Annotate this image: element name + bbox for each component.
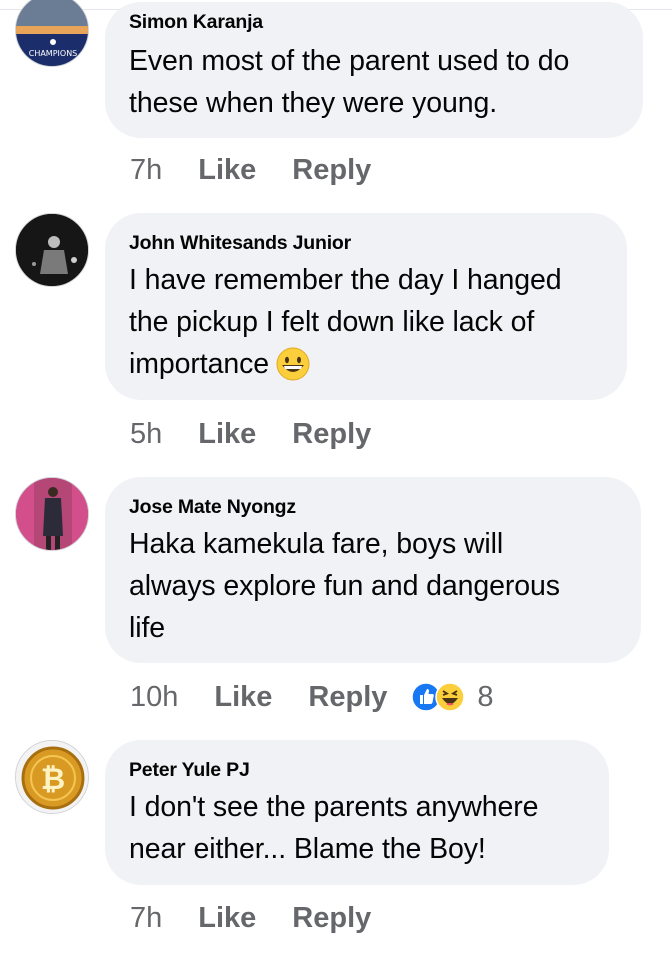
svg-text:CHAMPIONS: CHAMPIONS (29, 49, 78, 58)
comment-time[interactable]: 7h (130, 154, 162, 187)
comment-time[interactable]: 10h (130, 681, 178, 714)
reaction-count: 8 (477, 680, 494, 713)
avatar[interactable]: CHAMPIONS (15, 0, 89, 67)
svg-text:₿: ₿ (41, 762, 65, 797)
avatar[interactable] (15, 213, 89, 287)
grinning-face-icon (276, 347, 310, 381)
reaction-summary[interactable]: 8 (411, 680, 494, 714)
comment-actions: 5h Like Reply (130, 414, 371, 454)
avatar[interactable] (15, 477, 89, 551)
avatar-image (16, 478, 88, 550)
comment-actions: 10h Like Reply 8 (130, 677, 494, 717)
comment-actions: 7h Like Reply (130, 150, 371, 190)
haha-reaction-icon (435, 682, 466, 712)
avatar-image: ₿ (16, 741, 88, 813)
comment-author[interactable]: John Whitesands Junior (129, 231, 605, 255)
comment-author[interactable]: Simon Karanja (129, 10, 621, 34)
reply-button[interactable]: Reply (292, 902, 371, 935)
comment-text: Even most of the parent used to do these… (129, 45, 570, 119)
comment-bubble: Jose Mate Nyongz Haka kamekula fare, boy… (105, 477, 641, 663)
comment-bubble: Peter Yule PJ I don't see the parents an… (105, 740, 609, 885)
comment-time[interactable]: 5h (130, 418, 162, 451)
reply-button[interactable]: Reply (292, 154, 371, 187)
comment-text: I have remember the day I hanged the pic… (129, 264, 562, 380)
comment-text: I don't see the parents anywhere near ei… (129, 791, 539, 865)
avatar-image (16, 214, 88, 286)
like-button[interactable]: Like (198, 902, 256, 935)
comment-bubble: Simon Karanja Even most of the parent us… (105, 2, 643, 138)
like-button[interactable]: Like (198, 418, 256, 451)
comment-time[interactable]: 7h (130, 902, 162, 935)
comment-author[interactable]: Jose Mate Nyongz (129, 495, 619, 519)
reply-button[interactable]: Reply (308, 681, 387, 714)
comment-bubble: John Whitesands Junior I have remember t… (105, 213, 627, 400)
reply-button[interactable]: Reply (292, 418, 371, 451)
avatar[interactable]: ₿ (15, 740, 89, 814)
avatar-image: CHAMPIONS (16, 0, 88, 66)
like-button[interactable]: Like (214, 681, 272, 714)
comment-author[interactable]: Peter Yule PJ (129, 758, 587, 782)
comment-text-wrapper: I have remember the day I hanged the pic… (129, 259, 605, 385)
like-button[interactable]: Like (198, 154, 256, 187)
comment-actions: 7h Like Reply (130, 898, 371, 938)
comment-text: Haka kamekula fare, boys will always exp… (129, 528, 560, 644)
